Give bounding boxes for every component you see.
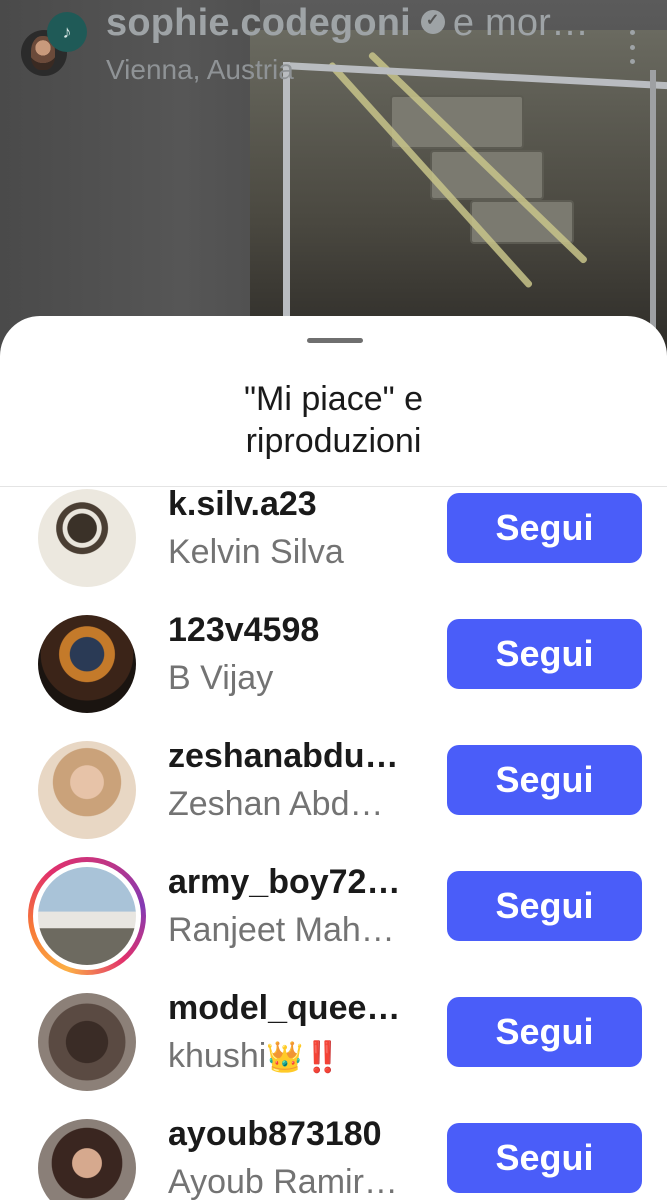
list-item[interactable]: zeshanabdu… Zeshan Abd… Segui bbox=[0, 727, 667, 853]
music-badge-icon[interactable]: ♪ bbox=[47, 12, 87, 52]
author-username[interactable]: sophie.codegoni e mor… bbox=[106, 2, 589, 45]
avatar[interactable] bbox=[38, 867, 136, 965]
list-item[interactable]: 123v4598 B Vijay Segui bbox=[0, 601, 667, 727]
sheet-title-line1: "Mi piace" e bbox=[243, 380, 424, 418]
reel-frame bbox=[283, 62, 290, 322]
location-label[interactable]: Vienna, Austria bbox=[106, 54, 294, 86]
liker-fullname: Zeshan Abd… bbox=[168, 785, 384, 823]
sheet-title-line2: riproduzioni bbox=[245, 422, 422, 460]
avatar-story-ring[interactable] bbox=[28, 857, 146, 975]
liker-fullname: Ayoub Ramir… bbox=[168, 1163, 398, 1200]
liker-username[interactable]: ayoub873180 bbox=[168, 1115, 382, 1154]
list-item[interactable]: army_boy72… Ranjeet Mah… Segui bbox=[0, 853, 667, 979]
liker-fullname: Kelvin Silva bbox=[168, 533, 344, 571]
sheet-drag-handle[interactable] bbox=[307, 338, 363, 343]
liker-fullname: khushi bbox=[168, 1037, 267, 1075]
name-emoji: 👑‼️ bbox=[266, 1041, 341, 1074]
follow-button[interactable]: Segui bbox=[447, 1123, 642, 1193]
follow-button[interactable]: Segui bbox=[447, 493, 642, 563]
follow-button[interactable]: Segui bbox=[447, 997, 642, 1067]
sheet-title: "Mi piace" e riproduzioni bbox=[0, 378, 667, 462]
follow-button[interactable]: Segui bbox=[447, 619, 642, 689]
collab-suffix[interactable]: e mor… bbox=[453, 2, 589, 44]
likes-sheet: "Mi piace" e riproduzioni k.silv.a23 Kel… bbox=[0, 316, 667, 1200]
liker-fullname-wrap: khushi👑‼️ bbox=[168, 1037, 341, 1076]
liker-username[interactable]: 123v4598 bbox=[168, 611, 319, 650]
avatar[interactable] bbox=[38, 489, 136, 587]
liker-fullname: Ranjeet Mah… bbox=[168, 911, 395, 949]
liker-username[interactable]: zeshanabdu… bbox=[168, 737, 398, 776]
liker-username[interactable]: model_quee… bbox=[168, 989, 400, 1028]
avatar[interactable] bbox=[38, 741, 136, 839]
liker-username[interactable]: army_boy72… bbox=[168, 863, 400, 902]
more-options-icon[interactable] bbox=[622, 30, 642, 64]
verified-icon bbox=[420, 9, 445, 34]
liker-username[interactable]: k.silv.a23 bbox=[168, 487, 317, 524]
list-item[interactable]: model_quee… khushi👑‼️ Segui bbox=[0, 979, 667, 1105]
liker-fullname: B Vijay bbox=[168, 659, 274, 697]
avatar[interactable] bbox=[38, 993, 136, 1091]
reel-frame bbox=[650, 70, 656, 330]
reel-header: ♪ sophie.codegoni e mor… Vienna, Austria bbox=[0, 0, 667, 100]
avatar[interactable] bbox=[38, 615, 136, 713]
avatar[interactable] bbox=[38, 1119, 136, 1200]
follow-button[interactable]: Segui bbox=[447, 871, 642, 941]
author-username-text[interactable]: sophie.codegoni bbox=[106, 2, 411, 44]
list-item[interactable]: k.silv.a23 Kelvin Silva Segui bbox=[0, 487, 667, 601]
likers-list[interactable]: k.silv.a23 Kelvin Silva Segui 123v4598 B… bbox=[0, 487, 667, 1200]
list-item[interactable]: ayoub873180 Ayoub Ramir… Segui bbox=[0, 1105, 667, 1200]
follow-button[interactable]: Segui bbox=[447, 745, 642, 815]
